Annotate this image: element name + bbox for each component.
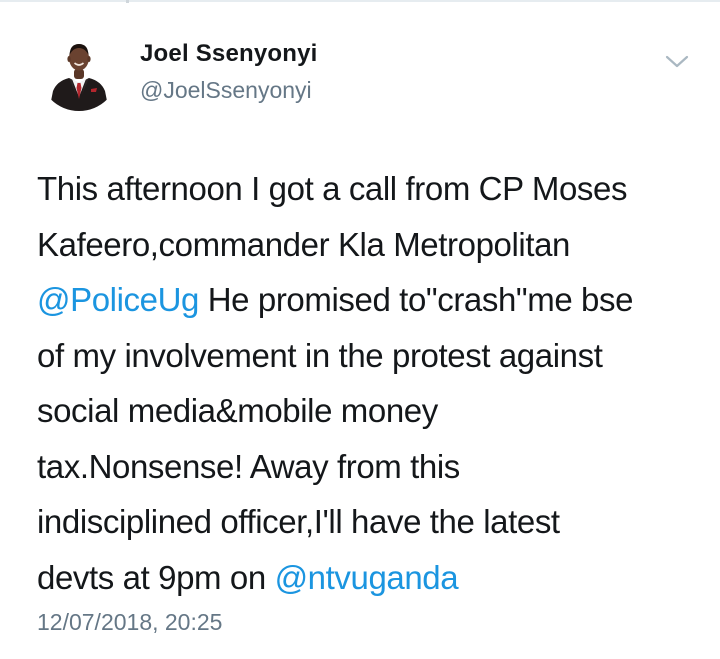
chevron-down-icon[interactable] bbox=[664, 52, 690, 72]
tweet-text-line: devts at 9pm on @ntvuganda bbox=[37, 550, 707, 606]
author-handle[interactable]: @JoelSsenyonyi bbox=[140, 77, 312, 104]
tweet-timestamp[interactable]: 12/07/2018, 20:25 bbox=[37, 609, 222, 636]
top-divider-mark bbox=[126, 0, 129, 3]
tweet-text-segment: indisciplined officer,I'll have the late… bbox=[37, 503, 560, 540]
tweet-text-line: @PoliceUg He promised to"crash"me bse bbox=[37, 272, 707, 328]
tweet-text-line: tax.Nonsense! Away from this bbox=[37, 439, 707, 495]
tweet-text-line: indisciplined officer,I'll have the late… bbox=[37, 494, 707, 550]
tweet-text-segment: Kafeero,commander Kla Metropolitan bbox=[37, 225, 571, 263]
tweet-text-line: of my involvement in the protest against bbox=[37, 328, 707, 384]
tweet-text-line: social media&mobile money bbox=[37, 383, 707, 439]
tweet-text-segment: tax.Nonsense! Away from this bbox=[37, 447, 460, 485]
top-divider bbox=[0, 0, 720, 2]
tweet-text-segment: He promised to"crash"me bse bbox=[198, 281, 634, 318]
tweet-text-line: Kafeero,commander Kla Metropolitan bbox=[37, 217, 707, 273]
tweet-text-segment: devts at 9pm on bbox=[37, 558, 275, 596]
tweet-text-segment: This afternoon I got a call from CP Mose… bbox=[37, 170, 628, 207]
tweet-text-line: This afternoon I got a call from CP Mose… bbox=[37, 161, 707, 217]
tweet-text-segment: social media&mobile money bbox=[37, 392, 438, 429]
mention-link[interactable]: @PoliceUg bbox=[37, 281, 199, 318]
author-display-name[interactable]: Joel Ssenyonyi bbox=[140, 40, 318, 68]
tweet-text: This afternoon I got a call from CP Mose… bbox=[37, 161, 707, 605]
avatar[interactable] bbox=[39, 31, 119, 111]
avatar-photo bbox=[39, 31, 119, 111]
tweet-text-segment: of my involvement in the protest against bbox=[37, 336, 603, 374]
mention-link[interactable]: @ntvuganda bbox=[275, 559, 459, 596]
